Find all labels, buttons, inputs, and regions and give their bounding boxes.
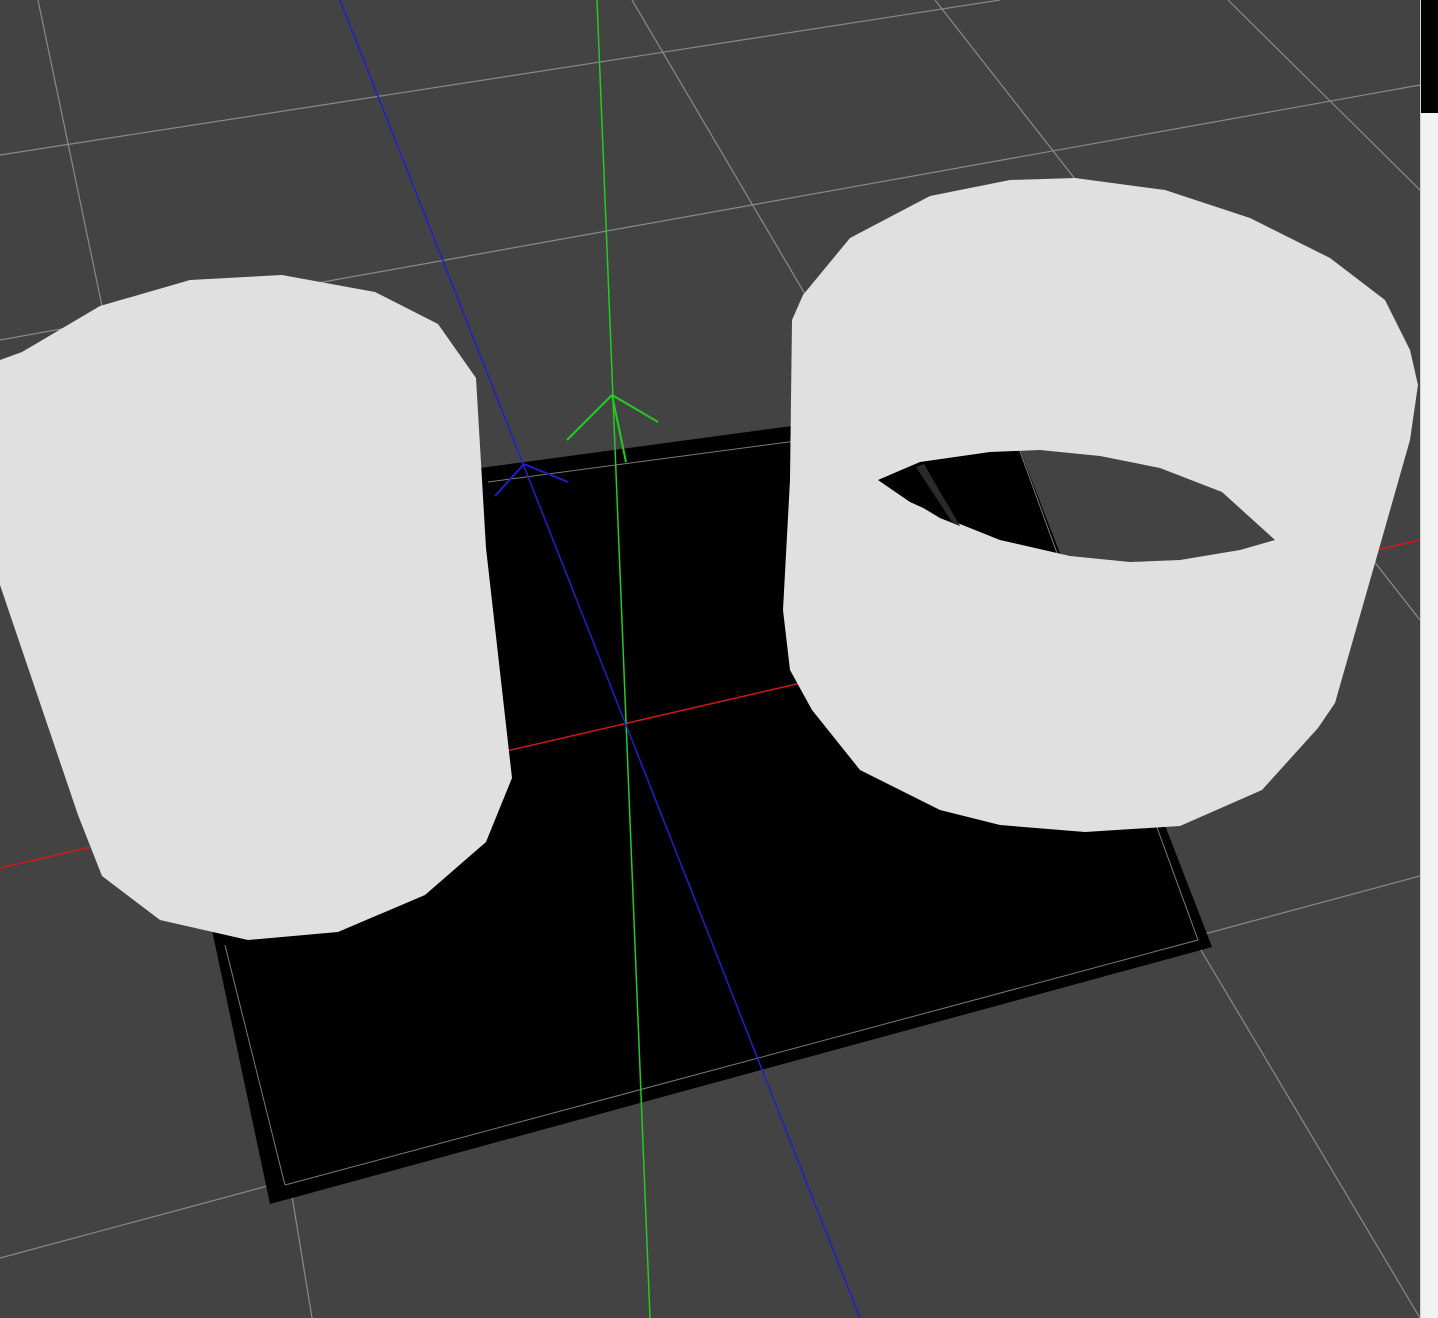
scrollbar-thumb[interactable] bbox=[1421, 0, 1438, 113]
3d-viewport[interactable] bbox=[0, 0, 1420, 1318]
vertical-scrollbar[interactable] bbox=[1420, 0, 1438, 1318]
scene-canvas bbox=[0, 0, 1420, 1318]
